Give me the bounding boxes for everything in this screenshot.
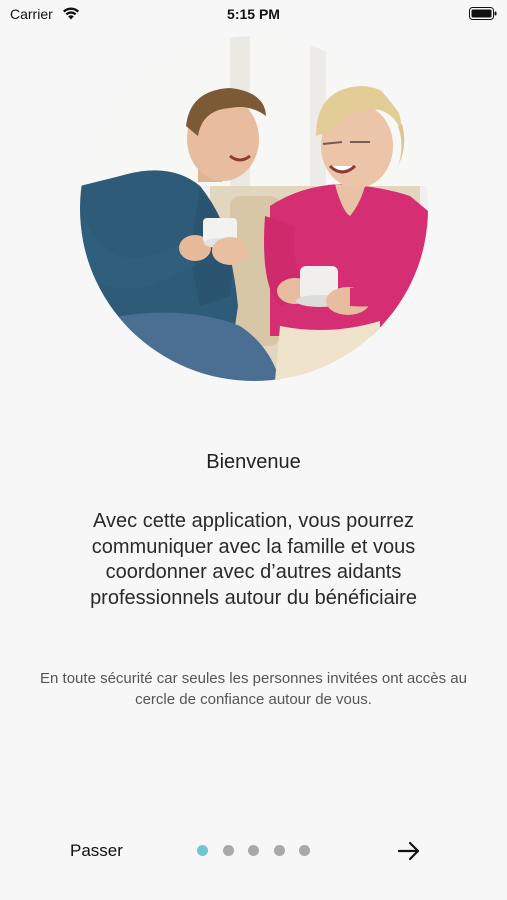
battery-icon [469,7,497,20]
onboarding-main-text: Avec cette application, vous pourrez com… [90,510,417,609]
page-dot [222,845,234,856]
page-dot-active [197,845,208,856]
page-dot [273,845,285,856]
page-dot [248,845,259,856]
onboarding-secondary-text: En toute sécurité car seules les personn… [40,670,467,708]
page-dot [299,845,310,856]
skip-button[interactable]: Passer [70,841,123,861]
status-bar: Carrier 5:15 PM [0,0,507,28]
status-time: 5:15 PM [227,6,280,22]
arrow-right-icon[interactable] [396,838,422,864]
onboarding-title: Bienvenue [206,451,301,473]
welcome-illustration [80,36,428,381]
